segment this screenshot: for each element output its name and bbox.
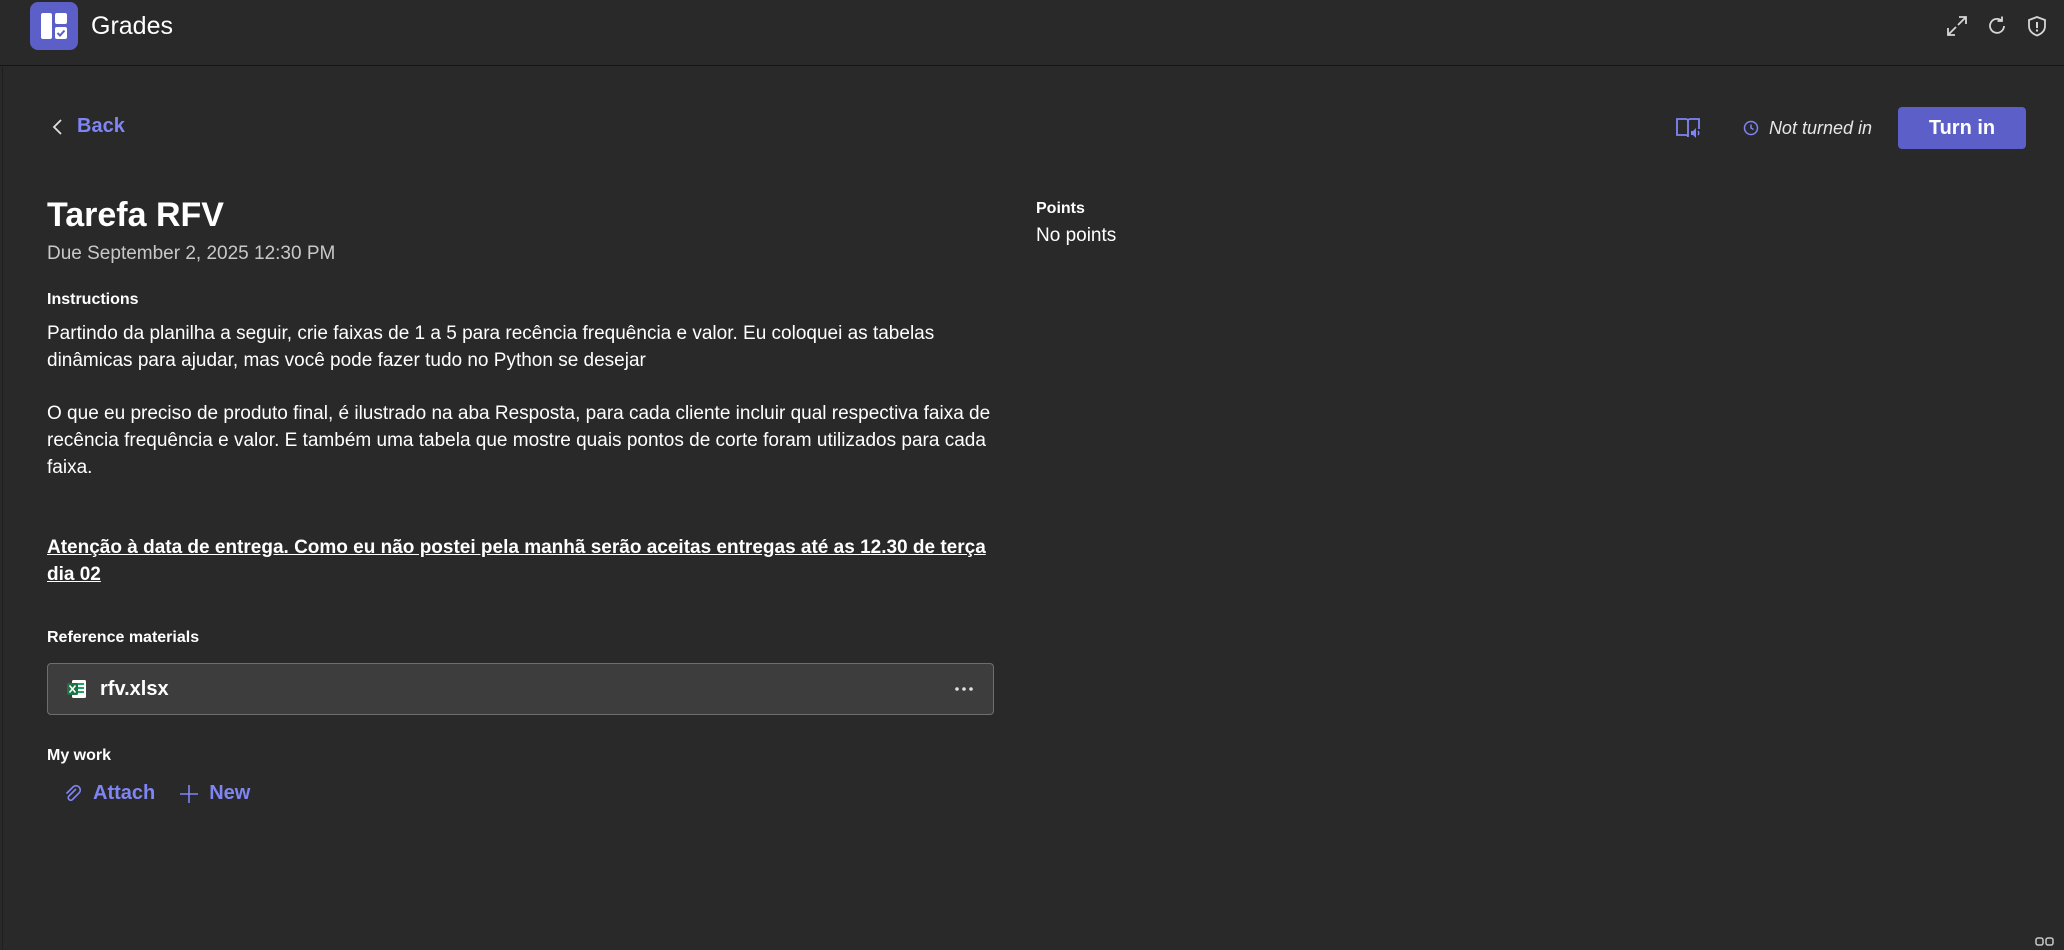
top-icon-group [1944,13,2050,39]
back-button[interactable]: Back [51,115,125,138]
more-options-icon[interactable] [949,676,979,702]
assignment-panel: Back Not turned in Turn in Tarefa RFV Du… [2,67,2064,950]
deadline-notice: Atenção à data de entrega. Como eu não p… [47,537,986,585]
points-panel: Points No points [1036,199,1116,247]
my-work-label: My work [47,747,112,764]
points-label: Points [1036,200,1085,217]
assignment-details: Tarefa RFV Due September 2, 2025 12:30 P… [47,194,997,805]
excel-file-icon [66,678,88,700]
immersive-reader-icon[interactable] [1673,113,1703,143]
instructions-paragraph: Partindo da planilha a seguir, crie faix… [47,323,935,371]
instructions-label: Instructions [47,291,139,308]
reference-materials-label: Reference materials [47,629,200,646]
file-name[interactable]: rfv.xlsx [100,678,169,701]
reference-file-card[interactable]: rfv.xlsx [47,663,994,715]
assignment-actions: Not turned in Turn in [1673,107,2026,149]
attach-button[interactable]: Attach [63,782,155,805]
new-label: New [209,782,251,804]
back-label: Back [77,115,125,137]
paperclip-icon [65,784,82,801]
instructions-body: Partindo da planilha a seguir, crie faix… [47,320,997,588]
app-header: Grades [0,0,2064,66]
expand-icon[interactable] [1944,13,1970,39]
clock-icon [1743,120,1759,136]
assignment-title: Tarefa RFV [47,196,224,234]
submission-status: Not turned in [1743,118,1872,139]
app-title: Grades [91,12,173,40]
my-work-actions: Attach New [63,782,997,805]
refresh-icon[interactable] [1984,13,2010,39]
grid-icon[interactable] [2034,936,2056,950]
status-text: Not turned in [1768,117,1872,138]
turn-in-button[interactable]: Turn in [1898,107,2026,149]
due-date: Due September 2, 2025 12:30 PM [47,243,336,264]
chevron-left-icon [52,118,62,135]
points-value: No points [1036,225,1117,246]
new-button[interactable]: New [179,782,250,805]
attach-label: Attach [93,782,156,804]
shield-icon[interactable] [2024,13,2050,39]
plus-icon [180,784,199,803]
grades-app-icon [30,2,78,50]
instructions-paragraph: O que eu preciso de produto final, é ilu… [47,403,991,478]
